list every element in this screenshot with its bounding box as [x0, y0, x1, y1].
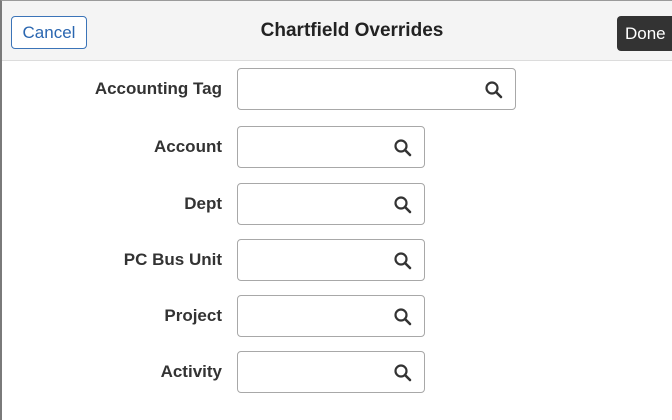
account-field-box	[237, 126, 425, 168]
accounting-tag-field-box	[237, 68, 516, 110]
accounting-tag-label: Accounting Tag	[94, 79, 222, 98]
field-row-dept: Dept	[2, 183, 672, 225]
activity-field-box	[237, 351, 425, 393]
field-row-accounting-tag: Accounting Tag	[2, 68, 672, 110]
activity-label: Activity	[160, 362, 222, 381]
account-label: Account	[154, 137, 222, 156]
search-icon[interactable]	[393, 363, 413, 383]
field-row-project: Project	[2, 295, 672, 337]
accounting-tag-input[interactable]	[238, 69, 515, 109]
cancel-button[interactable]: Cancel	[11, 16, 87, 49]
pc-bus-unit-label: PC Bus Unit	[123, 250, 222, 269]
project-field-box	[237, 295, 425, 337]
chartfield-overrides-dialog: Cancel Chartfield Overrides Done Account…	[0, 0, 672, 420]
search-icon[interactable]	[393, 251, 413, 271]
search-icon[interactable]	[393, 307, 413, 327]
dialog-header: Cancel Chartfield Overrides Done	[2, 1, 672, 61]
search-icon[interactable]	[393, 138, 413, 158]
project-label: Project	[164, 306, 222, 325]
field-row-pc-bus-unit: PC Bus Unit	[2, 239, 672, 281]
field-row-activity: Activity	[2, 351, 672, 393]
dialog-title: Chartfield Overrides	[260, 20, 444, 41]
search-icon[interactable]	[393, 195, 413, 215]
dept-field-box	[237, 183, 425, 225]
pc-bus-unit-field-box	[237, 239, 425, 281]
done-button[interactable]: Done	[617, 16, 672, 51]
field-row-account: Account	[2, 126, 672, 168]
search-icon[interactable]	[484, 80, 504, 100]
dept-label: Dept	[184, 194, 222, 213]
